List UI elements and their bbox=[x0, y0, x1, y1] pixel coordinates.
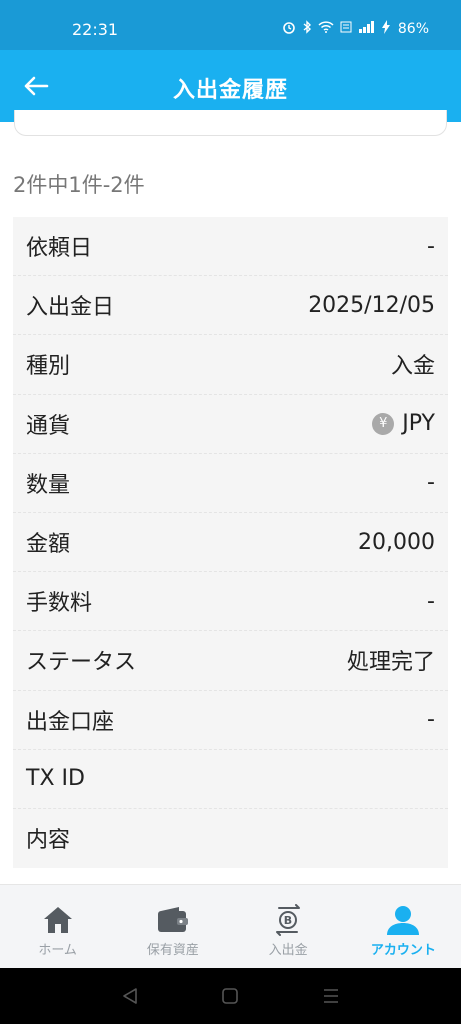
status-icons: 86% bbox=[282, 20, 429, 38]
row-label: 内容 bbox=[26, 828, 71, 854]
detail-row-request-date: 依頼日 - bbox=[13, 217, 448, 277]
yen-icon: ¥ bbox=[372, 412, 395, 435]
row-label: 出金口座 bbox=[26, 709, 115, 735]
nav-item-account[interactable]: アカウント bbox=[346, 885, 461, 968]
nav-label: 保有資産 bbox=[146, 943, 199, 958]
row-value: 処理完了 bbox=[346, 650, 435, 676]
square-home-icon bbox=[222, 988, 239, 1004]
system-nav-bar bbox=[0, 968, 461, 1024]
detail-row-status: ステータス 処理完了 bbox=[13, 631, 448, 691]
nav-label: アカウント bbox=[370, 943, 436, 958]
transaction-detail-table: 依頼日 - 入出金日 2025/12/05 種別 入金 通貨 ¥ JPY 数量 … bbox=[13, 217, 448, 869]
nav-label: ホーム bbox=[38, 943, 77, 958]
row-label: TX ID bbox=[26, 766, 85, 792]
row-label: ステータス bbox=[26, 650, 137, 676]
wifi-icon bbox=[318, 21, 334, 37]
recents-icon bbox=[323, 989, 338, 1003]
nav-label: 入出金 bbox=[268, 943, 308, 958]
detail-row-fee: 手数料 - bbox=[13, 572, 448, 632]
row-label: 入出金日 bbox=[26, 295, 115, 321]
detail-row-txid: TX ID bbox=[13, 749, 448, 809]
currency-code: JPY bbox=[402, 411, 435, 437]
row-label: 種別 bbox=[26, 354, 71, 380]
charging-icon bbox=[381, 20, 390, 38]
row-value-currency: ¥ JPY bbox=[372, 411, 435, 436]
nav-item-deposit-withdraw[interactable]: B 入出金 bbox=[231, 885, 346, 968]
row-label: 数量 bbox=[26, 472, 71, 498]
signal-icon bbox=[358, 21, 376, 37]
system-back-button[interactable] bbox=[110, 976, 150, 1016]
volte-icon bbox=[340, 20, 352, 38]
detail-row-currency: 通貨 ¥ JPY bbox=[13, 394, 448, 454]
status-time: 22:31 bbox=[72, 20, 119, 39]
row-value: - bbox=[427, 233, 435, 259]
detail-row-type: 種別 入金 bbox=[13, 335, 448, 395]
status-bar: 22:31 86% bbox=[0, 0, 461, 50]
bitcoin-transfer-icon: B bbox=[271, 903, 305, 937]
detail-row-withdrawal-account: 出金口座 - bbox=[13, 690, 448, 750]
nav-item-assets[interactable]: 保有資産 bbox=[115, 885, 230, 968]
result-count: 2件中1件-2件 bbox=[13, 173, 145, 197]
alarm-icon bbox=[282, 20, 296, 38]
detail-row-transaction-date: 入出金日 2025/12/05 bbox=[13, 276, 448, 336]
row-label: 依頼日 bbox=[26, 236, 93, 262]
bluetooth-icon bbox=[302, 20, 312, 38]
detail-row-amount: 金額 20,000 bbox=[13, 512, 448, 573]
row-label: 通貨 bbox=[26, 413, 71, 439]
wallet-icon bbox=[156, 903, 190, 937]
nav-item-home[interactable]: ホーム bbox=[0, 885, 115, 968]
row-label: 金額 bbox=[26, 532, 71, 558]
row-value: - bbox=[427, 470, 435, 496]
row-value: - bbox=[427, 707, 435, 733]
row-value: 2025/12/05 bbox=[308, 292, 435, 318]
detail-row-quantity: 数量 - bbox=[13, 453, 448, 513]
system-recents-button[interactable] bbox=[311, 976, 351, 1016]
bottom-nav: ホーム 保有資産 B 入出金 アカウント bbox=[0, 884, 461, 968]
page-title: 入出金履歴 bbox=[172, 78, 288, 103]
home-icon bbox=[41, 903, 75, 937]
filter-card-bottom bbox=[14, 110, 447, 136]
detail-row-content: 内容 bbox=[13, 808, 448, 869]
row-value: 20,000 bbox=[358, 529, 435, 555]
system-home-button[interactable] bbox=[210, 976, 250, 1016]
person-icon bbox=[386, 903, 420, 937]
svg-text:B: B bbox=[284, 914, 292, 927]
row-label: 手数料 bbox=[26, 591, 93, 617]
row-value: 入金 bbox=[390, 354, 435, 380]
triangle-back-icon bbox=[123, 988, 137, 1004]
row-value: - bbox=[427, 588, 435, 614]
battery-percent: 86% bbox=[397, 21, 429, 37]
